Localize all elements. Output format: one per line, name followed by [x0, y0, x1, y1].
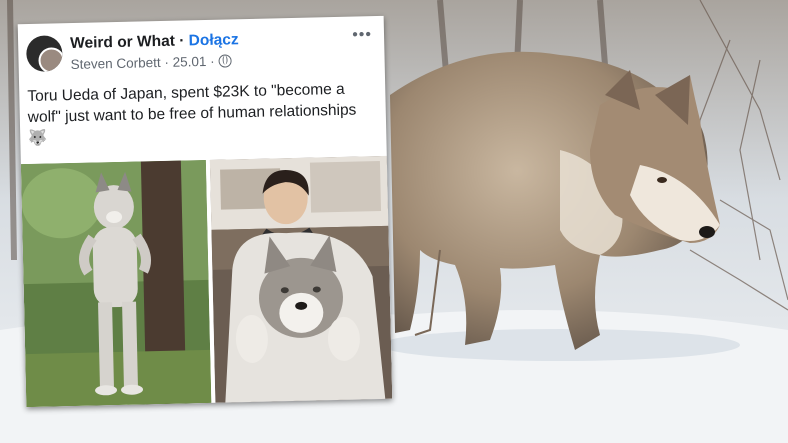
post-meta: Steven Corbett · 25.01 ·	[70, 53, 232, 72]
group-title: Weird or What · Dołącz	[70, 31, 239, 53]
author-avatar	[38, 47, 63, 73]
title-separator: ·	[174, 32, 189, 50]
facebook-post-card: Weird or What · Dołącz Steven Corbett · …	[17, 15, 393, 408]
wolf-costume-photo[interactable]	[20, 159, 212, 408]
group-avatar[interactable]	[25, 35, 63, 73]
post-body-text: Toru Ueda of Japan, spent $23K to "becom…	[27, 80, 357, 147]
post-photos	[20, 155, 393, 408]
group-name[interactable]: Weird or What	[70, 33, 175, 52]
author-name[interactable]: Steven Corbett	[70, 55, 160, 72]
more-options-icon[interactable]: •••	[352, 26, 372, 44]
post-header: Weird or What · Dołącz Steven Corbett · …	[25, 26, 377, 78]
globe-icon	[218, 54, 232, 68]
join-group-link[interactable]: Dołącz	[188, 31, 238, 49]
man-with-wolf-costume-photo[interactable]	[209, 155, 393, 403]
post-date[interactable]: · 25.01 ·	[160, 54, 218, 70]
